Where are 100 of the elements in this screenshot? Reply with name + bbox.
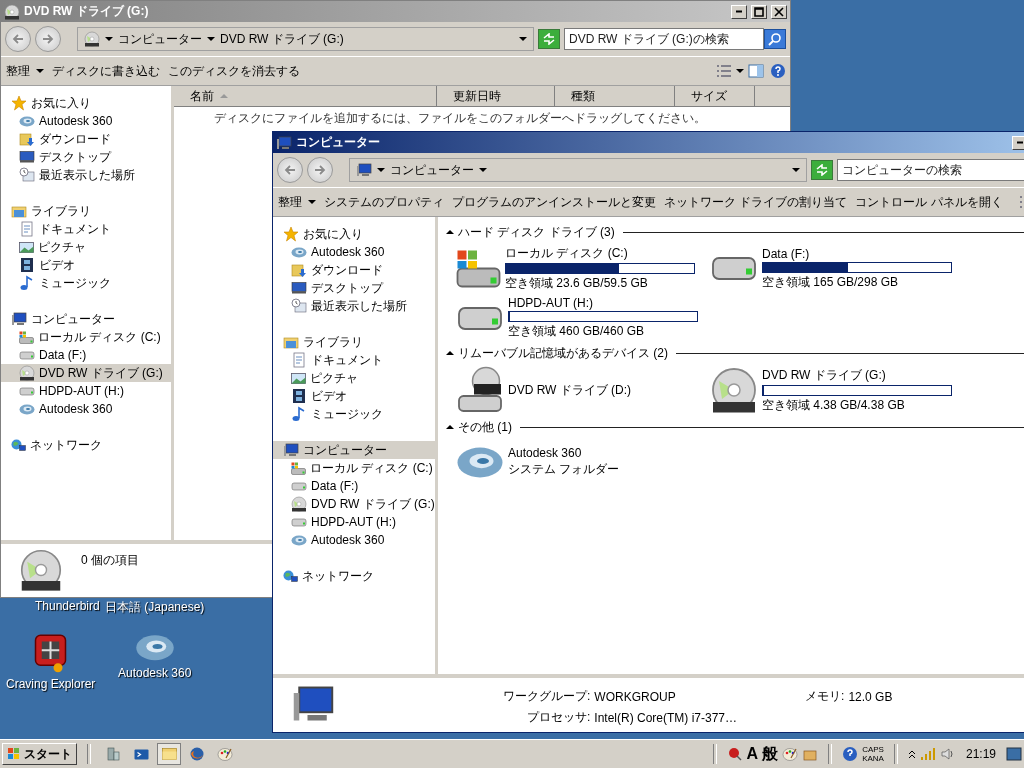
- nav-item[interactable]: HDPD-AUT (H:): [1, 382, 171, 400]
- help-button[interactable]: [768, 61, 788, 81]
- column-header[interactable]: 種類: [555, 86, 675, 106]
- nav-item[interactable]: ライブラリ: [1, 202, 171, 220]
- nav-item[interactable]: デスクトップ: [1, 148, 171, 166]
- nav-item[interactable]: Autodesk 360: [1, 400, 171, 418]
- nav-item[interactable]: ビデオ: [1, 256, 171, 274]
- address-bar[interactable]: コンピューター DVD RW ドライブ (G:): [77, 27, 534, 51]
- ime-mode[interactable]: 般: [762, 743, 779, 765]
- forward-button[interactable]: [35, 26, 61, 52]
- group-header[interactable]: リムーバブル記憶域があるデバイス (2): [458, 344, 668, 362]
- forward-button[interactable]: [307, 157, 333, 183]
- desktop-shortcut[interactable]: Autodesk 360: [118, 634, 192, 680]
- collapse-caret-icon: [446, 423, 454, 431]
- caret-icon: [308, 198, 316, 206]
- minimize-button[interactable]: [731, 4, 747, 19]
- command-button[interactable]: このディスクを消去する: [165, 59, 303, 83]
- breadcrumb-item[interactable]: DVD RW ドライブ (G:): [220, 30, 344, 48]
- star-icon: [283, 226, 299, 242]
- nav-item[interactable]: DVD RW ドライブ (G:): [273, 495, 435, 513]
- drive-name[interactable]: Autodesk 360: [508, 446, 620, 460]
- drive-icon: [291, 481, 307, 491]
- quick-launch-button[interactable]: [157, 743, 181, 765]
- nav-item[interactable]: ビデオ: [273, 387, 435, 405]
- nav-item[interactable]: DVD RW ドライブ (G:): [1, 364, 171, 382]
- drive-name[interactable]: Data (F:): [762, 246, 952, 261]
- command-button[interactable]: ディスクに書き込む: [49, 59, 163, 83]
- nav-item[interactable]: Autodesk 360: [1, 112, 171, 130]
- minimize-button[interactable]: [1012, 135, 1024, 150]
- nav-item[interactable]: ローカル ディスク (C:): [273, 459, 435, 477]
- nav-item[interactable]: ネットワーク: [273, 567, 435, 585]
- nav-item[interactable]: Autodesk 360: [273, 243, 435, 261]
- refresh-arrows-icon: [815, 164, 829, 176]
- column-header[interactable]: 更新日時: [437, 86, 555, 106]
- search-field[interactable]: DVD RW ドライブ (G:)の検索: [564, 28, 764, 50]
- organize-menu-button[interactable]: 整理: [3, 59, 47, 83]
- nav-item[interactable]: ネットワーク: [1, 436, 171, 454]
- drive-info: 空き領域 460 GB/460 GB: [508, 323, 646, 340]
- nav-item[interactable]: ピクチャ: [273, 369, 435, 387]
- back-button[interactable]: [5, 26, 31, 52]
- drive-name[interactable]: ローカル ディスク (C:): [505, 245, 695, 262]
- nav-item[interactable]: ライブラリ: [273, 333, 435, 351]
- nav-item[interactable]: Data (F:): [273, 477, 435, 495]
- nav-item[interactable]: ダウンロード: [1, 130, 171, 148]
- nav-item-label: ダウンロード: [311, 261, 383, 279]
- drive-name[interactable]: DVD RW ドライブ (D:): [508, 381, 632, 399]
- nav-item[interactable]: Autodesk 360: [273, 531, 435, 549]
- nav-item[interactable]: ローカル ディスク (C:): [1, 328, 171, 346]
- window-title: DVD RW ドライブ (G:): [24, 3, 150, 20]
- nav-item[interactable]: HDPD-AUT (H:): [273, 513, 435, 531]
- column-header[interactable]: 名前: [174, 86, 437, 106]
- command-button[interactable]: プログラムのアンインストールと変更: [449, 190, 659, 214]
- picture-icon: [19, 241, 34, 253]
- nav-item[interactable]: ドキュメント: [1, 220, 171, 238]
- back-button[interactable]: [277, 157, 303, 183]
- nav-item[interactable]: デスクトップ: [273, 279, 435, 297]
- nav-item[interactable]: ドキュメント: [273, 351, 435, 369]
- nav-item[interactable]: ミュージック: [1, 274, 171, 292]
- nav-item[interactable]: ピクチャ: [1, 238, 171, 256]
- swirl-icon: [19, 403, 35, 415]
- breadcrumb-item[interactable]: コンピューター: [390, 161, 474, 179]
- search-button[interactable]: [764, 29, 786, 49]
- nav-item[interactable]: ミュージック: [273, 405, 435, 423]
- nav-item[interactable]: 最近表示した場所: [273, 297, 435, 315]
- group-header[interactable]: ハード ディスク ドライブ (3): [458, 223, 615, 241]
- address-bar[interactable]: コンピューター: [349, 158, 807, 182]
- refresh-button[interactable]: [811, 160, 833, 180]
- refresh-button[interactable]: [538, 29, 560, 49]
- start-button[interactable]: スタート: [2, 743, 77, 765]
- view-options-button[interactable]: [714, 62, 734, 80]
- nav-item-label: ミュージック: [311, 405, 383, 423]
- nav-item-label: ビデオ: [39, 256, 75, 274]
- document-icon: [19, 221, 35, 237]
- detail-label: ワークグループ:: [503, 688, 591, 705]
- command-button[interactable]: ネットワーク ドライブの割り当て: [661, 190, 851, 214]
- column-header[interactable]: サイズ: [675, 86, 755, 106]
- command-button[interactable]: システムのプロパティ: [321, 190, 447, 214]
- nav-item[interactable]: ダウンロード: [273, 261, 435, 279]
- breadcrumb-item[interactable]: コンピューター: [118, 30, 202, 48]
- nav-item[interactable]: コンピューター: [1, 310, 171, 328]
- drive-name[interactable]: DVD RW ドライブ (G:): [762, 366, 952, 384]
- music-note-icon: [19, 275, 35, 291]
- close-button[interactable]: [771, 4, 787, 19]
- forward-arrow-icon: [41, 32, 55, 46]
- ime-mode[interactable]: A: [746, 745, 759, 763]
- organize-menu-button[interactable]: 整理: [275, 190, 319, 214]
- search-field[interactable]: コンピューターの検索: [837, 159, 1024, 181]
- maximize-button[interactable]: [751, 4, 767, 19]
- nav-item[interactable]: Data (F:): [1, 346, 171, 364]
- desktop-shortcut[interactable]: Craving Explorer: [6, 634, 96, 691]
- preview-pane-button[interactable]: [746, 62, 766, 80]
- disc-icon: [19, 365, 35, 381]
- drive-info: システム フォルダー: [508, 461, 620, 478]
- drive-name[interactable]: HDPD-AUT (H:): [508, 296, 698, 310]
- command-button[interactable]: コントロール パネルを開く: [852, 190, 1006, 214]
- nav-item[interactable]: コンピューター: [273, 441, 435, 459]
- nav-item[interactable]: お気に入り: [273, 225, 435, 243]
- group-header[interactable]: その他 (1): [458, 418, 512, 436]
- nav-item[interactable]: 最近表示した場所: [1, 166, 171, 184]
- nav-item[interactable]: お気に入り: [1, 94, 171, 112]
